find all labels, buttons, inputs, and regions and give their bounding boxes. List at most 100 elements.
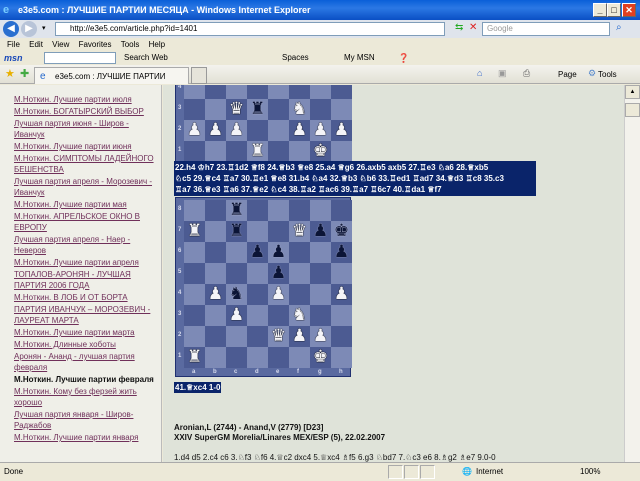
board-square <box>247 120 268 141</box>
chess-piece: ♛ <box>228 99 245 119</box>
sidebar-link[interactable]: Лучшая партия июня - Широв - Иванчук <box>14 118 154 140</box>
search-input[interactable]: Google <box>482 22 610 36</box>
status-text: Done <box>4 467 24 476</box>
board-square <box>184 326 205 347</box>
board-square <box>247 326 268 347</box>
msn-search-input[interactable] <box>44 52 116 64</box>
file-label: d <box>255 369 259 375</box>
chess-piece: ♟ <box>333 242 350 262</box>
add-favorites-icon[interactable]: ✚ <box>20 67 29 80</box>
board-square <box>268 347 289 368</box>
sidebar-link[interactable]: Лучшая партия апреля - Морозевич - Иванч… <box>14 176 154 198</box>
status-cell <box>420 465 435 479</box>
my-msn-button[interactable]: My MSN <box>344 51 375 65</box>
page-menu[interactable]: Page <box>558 70 577 79</box>
menu-favorites[interactable]: Favorites <box>79 40 112 49</box>
search-web-button[interactable]: Search Web <box>124 51 168 65</box>
sidebar-link[interactable]: М.Ноткин. В ЛОБ И ОТ БОРТА <box>14 292 154 303</box>
board-square <box>184 263 205 284</box>
spaces-button[interactable]: Spaces <box>282 51 309 65</box>
status-cell <box>404 465 419 479</box>
history-dropdown-icon[interactable]: ▾ <box>42 24 46 32</box>
sidebar-link[interactable]: М.Ноткин. Лучшие партии января <box>14 432 154 443</box>
board-square <box>247 221 268 242</box>
forward-button[interactable]: ▶ <box>21 21 37 37</box>
game-header: Aronian,L (2744) - Anand,V (2779) [D23] <box>174 423 324 432</box>
file-label: f <box>297 369 299 375</box>
sidebar: М.Ноткин. Лучшие партии июля М.Ноткин. БО… <box>0 85 162 462</box>
minimize-button[interactable]: _ <box>593 3 607 17</box>
sidebar-link[interactable]: М.Ноткин. Лучшие партии марта <box>14 327 154 338</box>
sidebar-link[interactable]: М.Ноткин. Лучшие партии июня <box>14 141 154 152</box>
menu-file[interactable]: File <box>7 40 20 49</box>
search-icon[interactable]: ⌕ <box>616 22 622 33</box>
back-button[interactable]: ◀ <box>3 21 19 37</box>
close-button[interactable]: ✕ <box>622 3 636 17</box>
board-square <box>205 326 226 347</box>
chess-piece: ♞ <box>291 305 308 325</box>
file-label: g <box>318 369 322 375</box>
tools-gear-icon: ⚙ <box>588 68 597 78</box>
zoom-level[interactable]: 100% <box>580 463 600 481</box>
stop-icon[interactable]: ✕ <box>469 22 477 33</box>
board-square <box>289 284 310 305</box>
chess-piece: ♜ <box>228 200 245 220</box>
sidebar-link[interactable]: М.Ноткин. Кому без ферзей жить хорошо <box>14 386 154 408</box>
sidebar-link[interactable]: М.Ноткин. АПРЕЛЬСКОЕ ОКНО В ЕВРОПУ <box>14 211 154 233</box>
menu-tools[interactable]: Tools <box>121 40 140 49</box>
print-icon[interactable]: ⎙ <box>523 68 530 79</box>
scroll-thumb[interactable] <box>625 103 640 117</box>
help-icon[interactable]: ❓ <box>398 51 409 65</box>
board-square <box>331 141 352 162</box>
feeds-icon[interactable]: ▣ <box>498 68 507 79</box>
rank-label: 6 <box>178 248 182 254</box>
sidebar-link[interactable]: М.Ноткин. Лучшие партии июля <box>14 94 154 105</box>
status-cell <box>388 465 403 479</box>
menu-help[interactable]: Help <box>149 40 165 49</box>
home-icon[interactable]: ⌂ <box>477 68 482 78</box>
file-label: c <box>234 369 238 375</box>
file-label: b <box>213 369 217 375</box>
sidebar-link[interactable]: Лучшая партия апреля - Наер - Неверов <box>14 234 154 256</box>
tab-e3e5[interactable]: ee3e5.com : ЛУЧШИЕ ПАРТИИ МЕСЯЦА <box>34 67 189 98</box>
rank-label: 1 <box>178 147 182 153</box>
board-square <box>205 242 226 263</box>
rank-label: 1 <box>178 353 182 359</box>
sidebar-link[interactable]: ПАРТИЯ ИВАНЧУК – МОРОЗЕВИЧ - ЛАУРЕАТ МАР… <box>14 304 154 326</box>
sidebar-link[interactable]: М.Ноткин. БОГАТЫРСКИЙ ВЫБОР <box>14 106 154 117</box>
maximize-button[interactable]: □ <box>607 3 621 17</box>
sidebar-link[interactable]: М.Ноткин. СИМПТОМЫ ЛАДЕЙНОГО БЕШЕНСТВА <box>14 153 154 175</box>
board-square <box>247 263 268 284</box>
final-move: 41.♕xc4 1-0 <box>174 382 222 393</box>
board-square <box>226 347 247 368</box>
rank-label: 4 <box>178 290 182 296</box>
chess-board-2: 8 7 6 5 4 3 2 1 a b c d e f g h ♜ ♜ ♜ ♛ ♟ ♚ ♟ ♟ ♟ ♟ ♟ ♞ ♟ ♟ ♟ ♞ ♛ ♟ ♟ ♜ ♚ <box>175 197 352 377</box>
chess-piece: ♟ <box>270 242 287 262</box>
sidebar-link[interactable]: М.Ноткин. Лучшие партии февраля <box>14 374 154 385</box>
scroll-up-button[interactable]: ▲ <box>625 85 640 99</box>
board-square <box>268 221 289 242</box>
board-square <box>184 242 205 263</box>
menu-edit[interactable]: Edit <box>29 40 43 49</box>
sidebar-link[interactable]: ТОПАЛОВ-АРОНЯН - ЛУЧШАЯ ПАРТИЯ 2006 ГОДА <box>14 269 154 291</box>
tools-menu[interactable]: Tools <box>598 70 617 79</box>
chess-piece: ♜ <box>249 99 266 119</box>
zone-label: Internet <box>476 467 504 476</box>
sidebar-link[interactable]: Аронян - Ананд - лучшая партия февраля <box>14 351 154 373</box>
chess-piece: ♟ <box>228 305 245 325</box>
menu-view[interactable]: View <box>52 40 69 49</box>
ie-page-icon: e <box>40 71 46 82</box>
sidebar-link[interactable]: М.Ноткин. Лучшие партии апреля <box>14 257 154 268</box>
sidebar-link[interactable]: Лучшая партия января - Широв-Раджабов <box>14 409 154 431</box>
favorites-star-icon[interactable]: ★ <box>5 67 15 80</box>
url-input[interactable]: http://e3e5.com/article.php?id=1401 <box>55 22 445 36</box>
chess-piece: ♜ <box>186 347 203 367</box>
vertical-scrollbar[interactable]: ▲ <box>624 85 640 462</box>
sidebar-link[interactable]: М.Ноткин. Длинные хоботы <box>14 339 154 350</box>
sidebar-link[interactable]: М.Ноткин. Лучшие партии мая <box>14 199 154 210</box>
chess-piece: ♜ <box>186 221 203 241</box>
moves-line: ♘c5 29.♕c4 ♖a7 30.♖e1 ♕e8 31.b4 ♘a4 32.♕… <box>175 174 504 183</box>
board-square <box>226 263 247 284</box>
new-tab-button[interactable] <box>191 67 207 84</box>
refresh-icon[interactable]: ⇆ <box>455 22 463 33</box>
